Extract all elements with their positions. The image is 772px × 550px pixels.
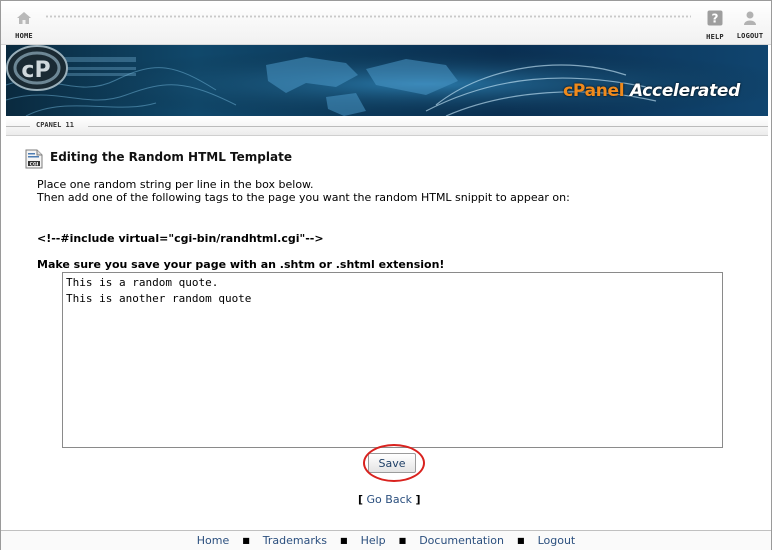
footer-link-logout[interactable]: Logout <box>538 534 576 547</box>
home-link-label: HOME <box>15 32 33 40</box>
footer-separator: ■ <box>398 536 407 545</box>
footer-links: Home ■ Trademarks ■ Help ■ Documentation ■ Logou… <box>1 530 771 550</box>
footer-link-documentation[interactable]: Documentation <box>419 534 504 547</box>
instruction-line-2: Then add one of the following tags to th… <box>37 191 570 204</box>
cgi-document-icon: CGI <box>25 149 43 169</box>
top-navigation-bar: HOME ? HELP LOGOUT <box>1 1 771 45</box>
footer-link-help[interactable]: Help <box>361 534 386 547</box>
footer-link-trademarks[interactable]: Trademarks <box>263 534 327 547</box>
version-strip-rule-left <box>6 126 30 127</box>
cpanel-banner: cP cPanel Accelerated <box>6 45 768 116</box>
home-link[interactable]: HOME <box>12 11 36 41</box>
page-title: Editing the Random HTML Template <box>50 150 292 164</box>
go-back-link[interactable]: Go Back <box>367 493 412 506</box>
instructions: Place one random string per line in the … <box>37 178 570 204</box>
brand-prefix: cPanel <box>563 81 625 101</box>
brand-suffix: Accelerated <box>629 81 740 101</box>
footer-separator: ■ <box>340 536 348 545</box>
version-label: CPANEL 11 <box>36 121 74 129</box>
logout-link-label: LOGOUT <box>736 32 764 40</box>
footer-separator: ■ <box>517 536 525 545</box>
home-icon <box>17 12 31 24</box>
cpanel-logo: cP <box>6 45 68 91</box>
go-back-bracket-open: [ <box>358 493 364 506</box>
logo-letters: cP <box>21 58 50 83</box>
random-strings-textarea[interactable]: This is a random quote. This is another … <box>62 272 723 448</box>
decorative-dotted-rule <box>45 15 691 18</box>
svg-text:?: ? <box>712 12 719 26</box>
help-link[interactable]: ? HELP <box>703 10 727 42</box>
version-strip-rule-right <box>88 126 768 127</box>
extension-warning: Make sure you save your page with an .sh… <box>37 258 445 271</box>
logout-link[interactable]: LOGOUT <box>734 11 766 41</box>
help-icon: ? <box>707 10 723 26</box>
user-icon <box>744 11 756 25</box>
footer-separator: ■ <box>242 536 250 545</box>
footer-link-home[interactable]: Home <box>197 534 229 547</box>
save-button[interactable]: Save <box>368 453 416 473</box>
go-back-bracket-close: ] <box>415 493 421 506</box>
help-link-label: HELP <box>706 33 724 41</box>
instruction-line-1: Place one random string per line in the … <box>37 178 314 191</box>
go-back-nav: [ Go Back ] <box>358 493 421 506</box>
include-tag-text: <!--#include virtual="cgi-bin/randhtml.c… <box>37 232 324 245</box>
version-strip: CPANEL 11 <box>6 117 768 136</box>
brand-wordmark: cPanel Accelerated <box>563 81 740 101</box>
cpanel-window: HOME ? HELP LOGOUT cP cPanel Accelerated… <box>0 0 772 550</box>
svg-text:CGI: CGI <box>30 162 39 168</box>
